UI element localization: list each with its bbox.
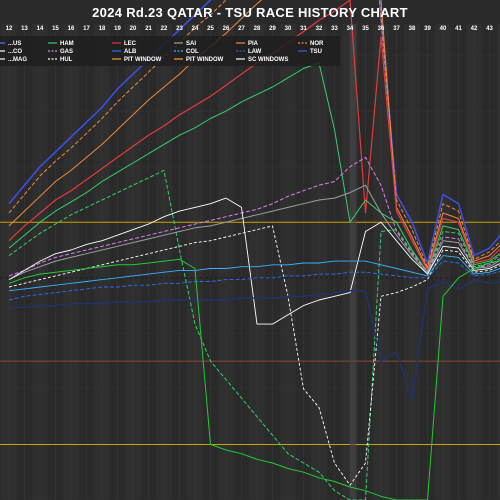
x-tick-label: 26 — [223, 26, 230, 32]
x-tick-label: 13 — [21, 26, 28, 32]
x-tick-label: 31 — [300, 26, 307, 32]
x-tick-label: 37 — [393, 26, 400, 32]
legend-label: PIA — [248, 41, 259, 47]
x-tick-label: 14 — [37, 26, 44, 32]
x-tick-label: 28 — [254, 26, 261, 32]
x-tick-label: 38 — [409, 26, 416, 32]
x-tick-label: 23 — [176, 26, 183, 32]
x-tick-label: 32 — [316, 26, 323, 32]
legend-label: PIT WINDOW — [186, 57, 224, 63]
legend-label: HUL — [60, 57, 73, 63]
x-tick-label: 19 — [114, 26, 121, 32]
x-tick-label: 43 — [486, 26, 493, 32]
legend-label: SC WINDOWS — [248, 57, 288, 63]
x-tick-label: 29 — [269, 26, 276, 32]
x-tick-label: 30 — [285, 26, 292, 32]
legend-label: ...US — [8, 41, 21, 47]
x-tick-label: 15 — [52, 26, 59, 32]
legend-label: LEC — [124, 41, 137, 47]
sc-window — [350, 24, 357, 500]
x-tick-label: 40 — [440, 26, 447, 32]
x-tick-label: 17 — [83, 26, 90, 32]
legend-label: ...MAG — [8, 57, 27, 63]
x-tick-label: 16 — [68, 26, 75, 32]
legend-label: TSU — [310, 49, 322, 55]
x-tick-label: 25 — [207, 26, 214, 32]
legend-label: NOR — [310, 41, 324, 47]
x-tick-label: 34 — [347, 26, 354, 32]
legend-label: GAS — [60, 49, 73, 55]
legend-background — [0, 36, 340, 66]
x-tick-label: 39 — [424, 26, 431, 32]
x-tick-label: 20 — [130, 26, 137, 32]
legend-label: PIT WINDOW — [124, 57, 162, 63]
x-tick-label: 42 — [471, 26, 478, 32]
x-tick-label: 22 — [161, 26, 168, 32]
legend-label: ALB — [124, 49, 137, 55]
legend-label: HAM — [60, 41, 74, 47]
legend-label: COL — [186, 49, 199, 55]
x-tick-label: 24 — [192, 26, 199, 32]
x-tick-label: 33 — [331, 26, 338, 32]
x-tick-label: 21 — [145, 26, 152, 32]
x-tick-label: 41 — [455, 26, 462, 32]
race-history-chart: ...US HAM LEC SAI PIA NOR ...CO GAS ALB COL LAW TSU… — [0, 0, 500, 500]
legend-label: ...CO — [8, 49, 22, 55]
x-tick-label: 27 — [238, 26, 245, 32]
x-tick-label: 35 — [362, 26, 369, 32]
x-tick-label: 36 — [378, 26, 385, 32]
legend-label: LAW — [248, 49, 262, 55]
chart-title: 2024 Rd.23 QATAR - TSU RACE HISTORY CHAR… — [92, 5, 408, 20]
x-tick-label: 18 — [99, 26, 106, 32]
x-tick-label: 12 — [6, 26, 13, 32]
legend-label: SAI — [186, 41, 196, 47]
